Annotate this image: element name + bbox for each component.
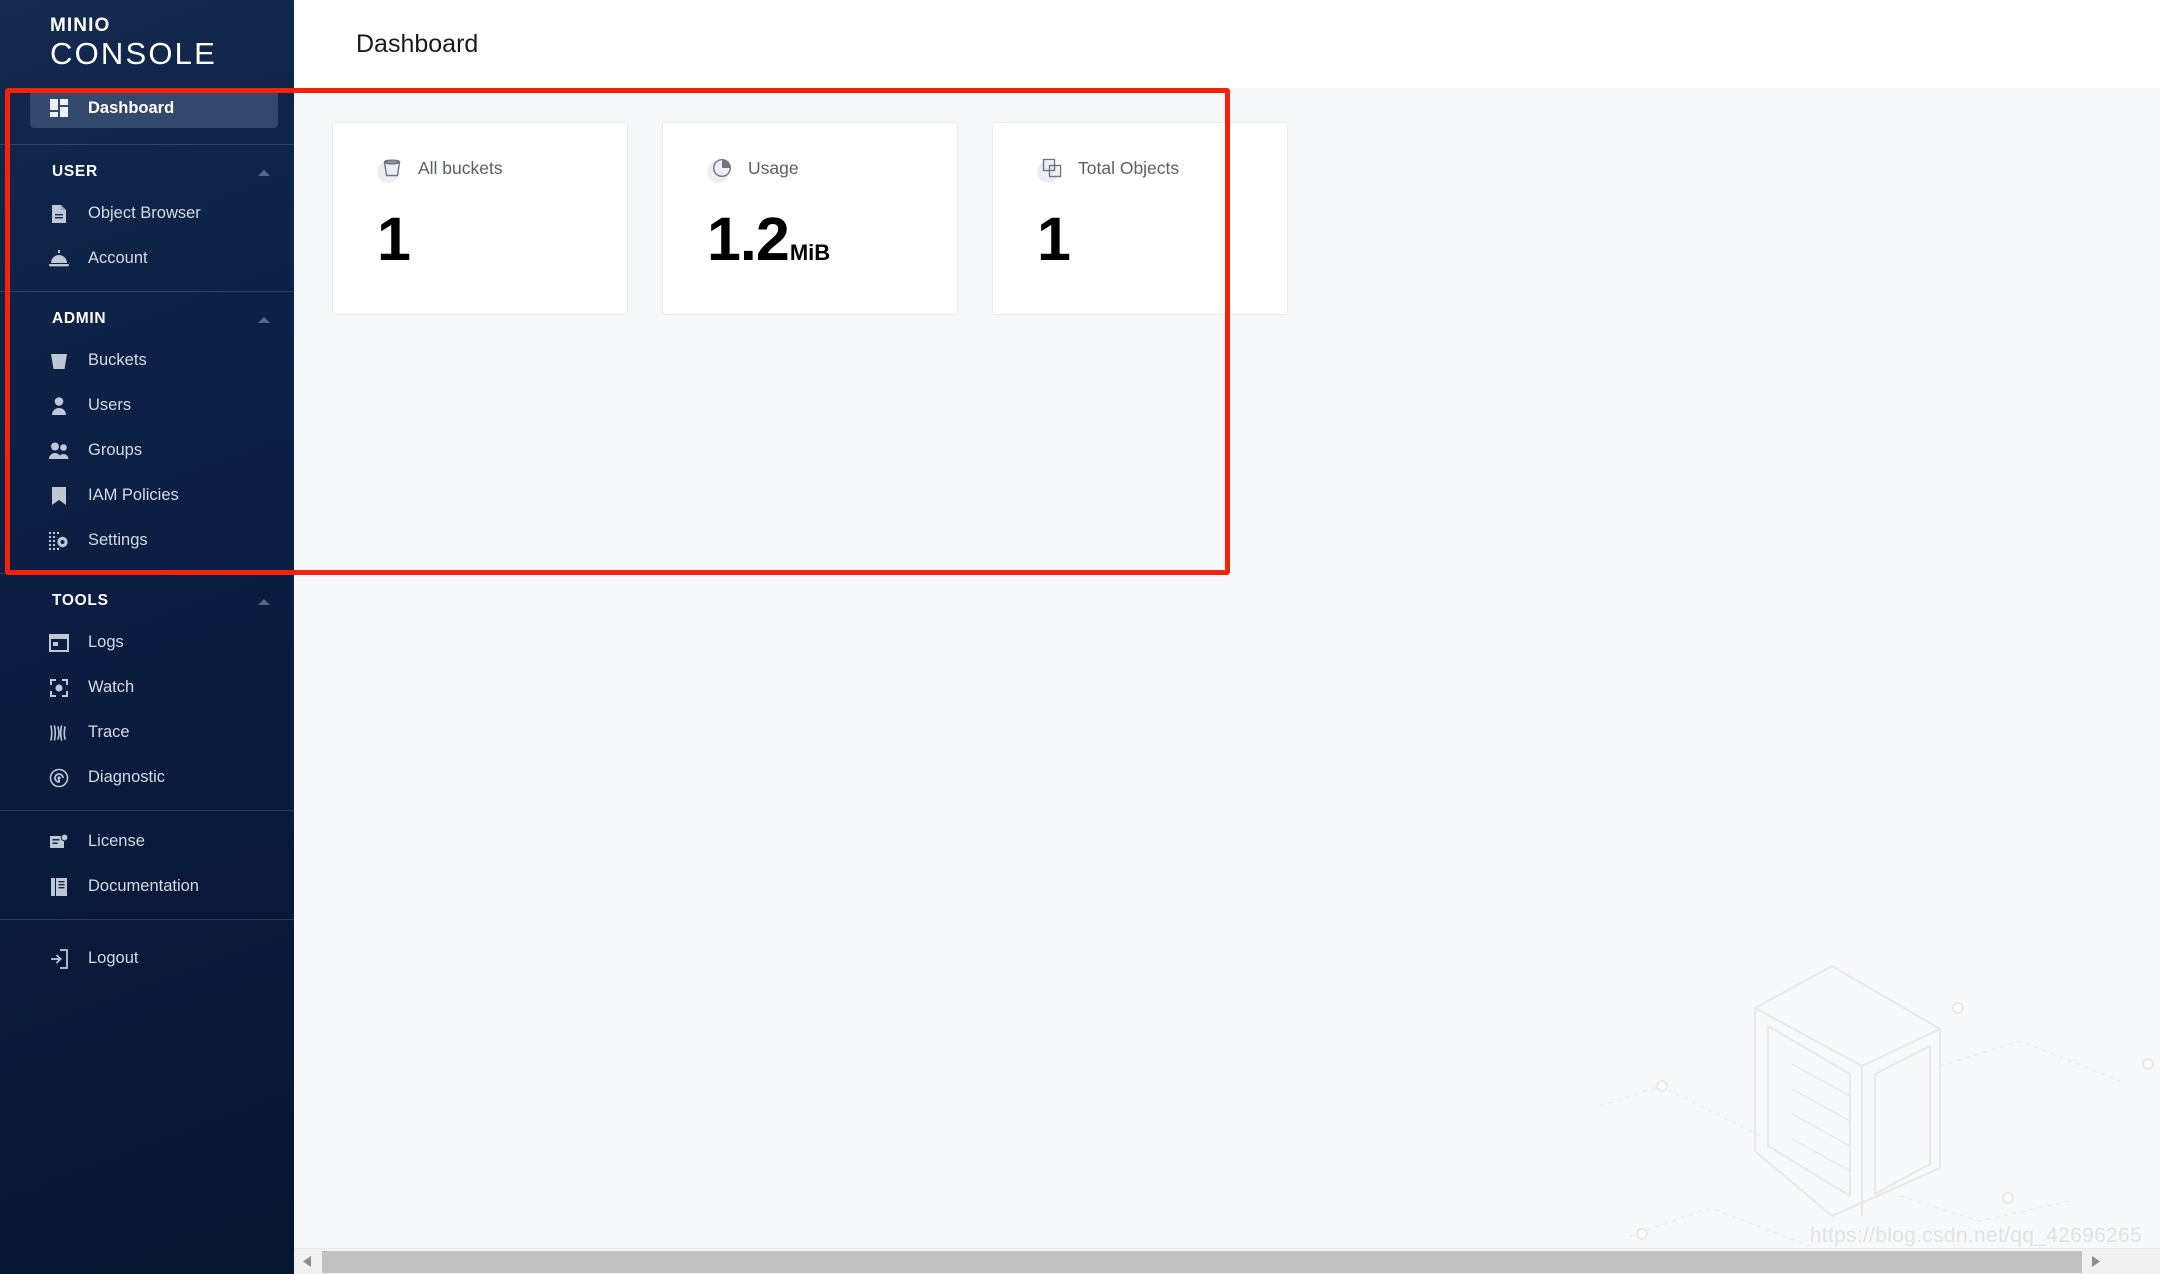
sidebar-item-users-label: Users (88, 396, 132, 415)
sidebar-section-title-admin: ADMIN (52, 310, 107, 327)
stat-card-number: 1.2 (707, 205, 790, 273)
sidebar-section-header-tools[interactable]: TOOLS (0, 574, 294, 620)
sidebar-item-logs-label: Logs (88, 633, 124, 652)
sidebar-item-settings[interactable]: Settings (0, 518, 294, 563)
logout-arrow-icon (48, 948, 70, 970)
sidebar-item-buckets[interactable]: Buckets (0, 338, 294, 383)
sidebar-item-account[interactable]: Account (0, 236, 294, 281)
sidebar-item-license-label: License (88, 832, 145, 851)
stat-card-header: All buckets (377, 153, 627, 183)
stat-card-header: Usage (707, 153, 957, 183)
sidebar-item-trace-label: Trace (88, 723, 130, 742)
stat-card-title: Usage (748, 157, 799, 178)
sidebar-section-header-admin[interactable]: ADMIN (0, 292, 294, 338)
sidebar-section-admin: ADMIN Buckets Users Groups IAM Policies … (0, 292, 294, 563)
sidebar-item-account-label: Account (88, 249, 148, 268)
people-group-icon (48, 440, 70, 462)
server-rack-illustration (1600, 965, 2154, 1246)
trace-waves-icon (48, 722, 70, 744)
sidebar-item-diagnostic[interactable]: Diagnostic (0, 755, 294, 800)
watch-target-icon (48, 677, 70, 699)
sidebar-item-object-browser-label: Object Browser (88, 204, 201, 223)
diagnostic-spiral-icon (48, 767, 70, 789)
stat-card-unit: MiB (789, 240, 831, 265)
page-title: Dashboard (356, 29, 479, 58)
sidebar-divider-4 (0, 810, 294, 811)
service-bell-icon (48, 248, 70, 270)
stat-card-value-row: 1 (1037, 209, 1287, 270)
stacked-squares-icon (1037, 153, 1067, 183)
settings-gear-icon (48, 530, 70, 552)
stat-card-header: Total Objects (1037, 153, 1287, 183)
book-icon (48, 876, 70, 898)
logo-minio-text: MINIO (50, 15, 111, 36)
pie-chart-icon (707, 153, 737, 183)
sidebar-section-tools: TOOLS Logs Watch Trace Diagnostic (0, 574, 294, 800)
sidebar-section-footer: License Documentation (0, 819, 294, 909)
bucket-outline-icon (377, 153, 407, 183)
horizontal-scrollbar[interactable] (294, 1248, 2160, 1274)
sidebar-section-user: USER Object Browser Account (0, 145, 294, 281)
stat-card-all-buckets[interactable]: All buckets 1 (332, 122, 628, 315)
stat-card-value-row: 1 (377, 209, 627, 270)
sidebar-item-trace[interactable]: Trace (0, 710, 294, 755)
brand-logo: MINIO CONSOLE (0, 0, 294, 88)
stat-card-number: 1 (1037, 205, 1071, 273)
bucket-icon (48, 350, 70, 372)
main-content: Dashboard All buckets 1 Usage 1.2 MiB To… (294, 0, 2160, 1274)
sidebar-item-documentation-label: Documentation (88, 877, 199, 896)
stat-cards-container: All buckets 1 Usage 1.2 MiB Total Object… (294, 88, 2160, 315)
person-icon (48, 395, 70, 417)
page-header: Dashboard (294, 0, 2160, 88)
stat-card-title: Total Objects (1078, 157, 1180, 178)
sidebar-item-logout[interactable]: Logout (0, 936, 294, 981)
dashboard-grid-icon (48, 97, 70, 119)
stat-card-title: All buckets (418, 157, 503, 178)
sidebar-section-header-user[interactable]: USER (0, 145, 294, 191)
triangle-left-icon[interactable] (294, 1248, 320, 1274)
scrollbar-thumb[interactable] (322, 1250, 2082, 1273)
sidebar-item-license[interactable]: License (0, 819, 294, 864)
sidebar-section-title-user: USER (52, 163, 98, 180)
sidebar-divider-5 (0, 919, 294, 920)
sidebar-section-title-tools: TOOLS (52, 592, 109, 609)
sidebar-item-groups-label: Groups (88, 441, 143, 460)
chevron-up-icon[interactable] (256, 593, 272, 609)
minio-console-app: MINIO CONSOLE Dashboard USER Object Brow… (0, 0, 2160, 1274)
stat-card-usage[interactable]: Usage 1.2 MiB (662, 122, 958, 315)
sidebar-item-dashboard-label: Dashboard (88, 98, 175, 117)
sidebar-item-logout-label: Logout (88, 949, 139, 968)
chevron-up-icon[interactable] (256, 311, 272, 327)
sidebar-item-watch-label: Watch (88, 678, 135, 697)
sidebar-item-groups[interactable]: Groups (0, 428, 294, 473)
sidebar-item-dashboard[interactable]: Dashboard (30, 88, 278, 128)
sidebar-item-logs[interactable]: Logs (0, 620, 294, 665)
triangle-right-icon[interactable] (2082, 1248, 2108, 1274)
sidebar-item-diagnostic-label: Diagnostic (88, 768, 166, 787)
stat-card-number: 1 (377, 205, 411, 273)
stat-card-value-row: 1.2 MiB (707, 209, 957, 270)
logo-console-text: CONSOLE (50, 36, 217, 71)
window-log-icon (48, 632, 70, 654)
sidebar-item-documentation[interactable]: Documentation (0, 864, 294, 909)
sidebar-item-iam-policies-label: IAM Policies (88, 486, 179, 505)
sidebar-item-iam-policies[interactable]: IAM Policies (0, 473, 294, 518)
stat-card-total-objects[interactable]: Total Objects 1 (992, 122, 1288, 315)
chevron-up-icon[interactable] (256, 164, 272, 180)
document-icon (48, 203, 70, 225)
sidebar-item-settings-label: Settings (88, 531, 148, 550)
bookmark-icon (48, 485, 70, 507)
sidebar: MINIO CONSOLE Dashboard USER Object Brow… (0, 0, 294, 1274)
watermark-text: https://blog.csdn.net/qq_42696265 (1809, 1224, 2142, 1247)
sidebar-item-watch[interactable]: Watch (0, 665, 294, 710)
sidebar-item-object-browser[interactable]: Object Browser (0, 191, 294, 236)
sidebar-item-users[interactable]: Users (0, 383, 294, 428)
license-certificate-icon (48, 831, 70, 853)
sidebar-item-buckets-label: Buckets (88, 351, 147, 370)
